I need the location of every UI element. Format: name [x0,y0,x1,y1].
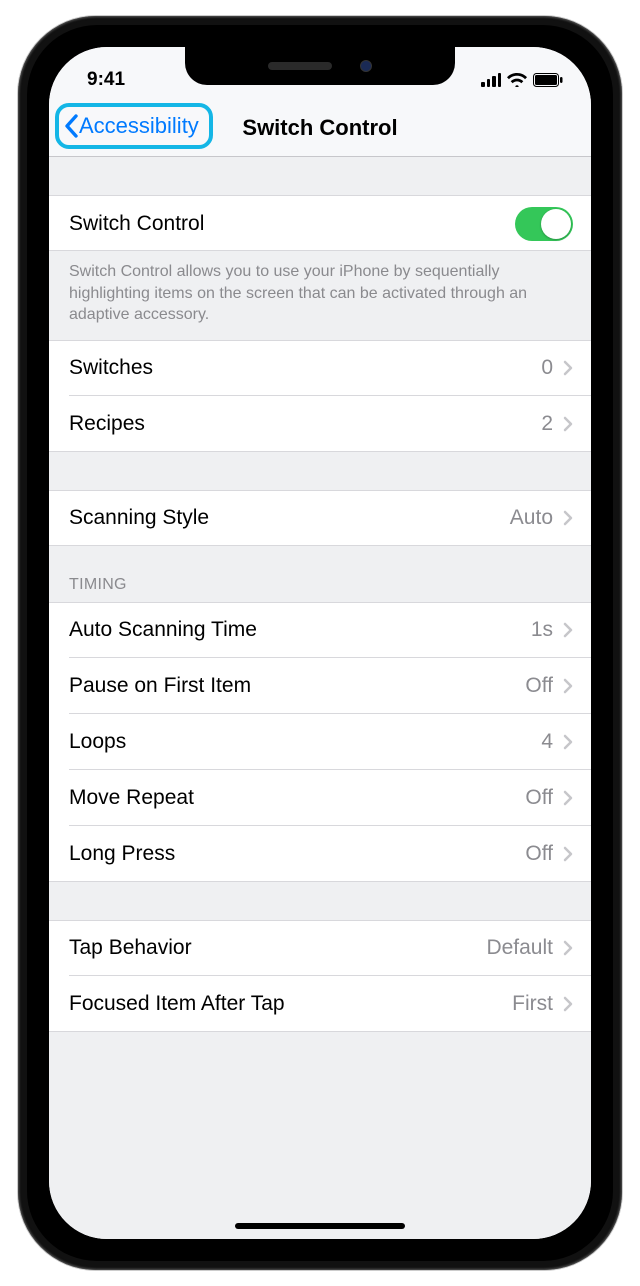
cell-value: 4 [541,730,553,754]
cell-label: Auto Scanning Time [69,618,531,642]
settings-content[interactable]: Switch Control Switch Control allows you… [49,157,591,1239]
cell-value: Default [486,936,553,960]
cell-value: Auto [510,506,553,530]
cell-label: Tap Behavior [69,936,486,960]
chevron-right-icon [563,940,573,956]
cell-label: Move Repeat [69,786,525,810]
tap-behavior-row[interactable]: Tap Behavior Default [49,920,591,976]
navigation-bar: Switch Control Accessibility [49,99,591,157]
cell-label: Pause on First Item [69,674,525,698]
back-label: Accessibility [79,113,199,139]
chevron-left-icon [63,114,79,138]
chevron-right-icon [563,622,573,638]
cell-label: Switches [69,356,541,380]
chevron-right-icon [563,846,573,862]
phone-frame: 9:41 Switch Control [18,16,622,1270]
status-time: 9:41 [87,69,125,91]
back-button[interactable]: Accessibility [55,103,213,149]
focused-item-after-tap-row[interactable]: Focused Item After Tap First [49,976,591,1032]
cell-label: Loops [69,730,541,754]
cellular-icon [481,73,501,87]
switches-row[interactable]: Switches 0 [49,340,591,396]
cell-label: Focused Item After Tap [69,992,512,1016]
recipes-row[interactable]: Recipes 2 [49,396,591,452]
switch-control-description: Switch Control allows you to use your iP… [49,251,591,340]
cell-value: Off [525,786,553,810]
cell-value: Off [525,842,553,866]
notch [185,47,455,85]
cell-label: Long Press [69,842,525,866]
chevron-right-icon [563,416,573,432]
cell-value: 1s [531,618,553,642]
cell-label: Recipes [69,412,541,436]
screen: 9:41 Switch Control [49,47,591,1239]
loops-row[interactable]: Loops 4 [49,714,591,770]
cell-value: 2 [541,412,553,436]
battery-icon [533,73,563,87]
cell-value: First [512,992,553,1016]
switch-control-toggle[interactable] [515,207,573,241]
home-indicator[interactable] [235,1223,405,1229]
chevron-right-icon [563,510,573,526]
auto-scanning-time-row[interactable]: Auto Scanning Time 1s [49,602,591,658]
long-press-row[interactable]: Long Press Off [49,826,591,882]
chevron-right-icon [563,678,573,694]
chevron-right-icon [563,790,573,806]
cell-label: Switch Control [69,212,515,236]
cell-value: 0 [541,356,553,380]
chevron-right-icon [563,734,573,750]
front-camera [360,60,372,72]
pause-first-item-row[interactable]: Pause on First Item Off [49,658,591,714]
wifi-icon [507,73,527,87]
move-repeat-row[interactable]: Move Repeat Off [49,770,591,826]
chevron-right-icon [563,360,573,376]
cell-label: Scanning Style [69,506,510,530]
switch-control-toggle-row[interactable]: Switch Control [49,195,591,251]
speaker-grille [268,62,332,70]
scanning-style-row[interactable]: Scanning Style Auto [49,490,591,546]
timing-header: TIMING [49,546,591,602]
cell-value: Off [525,674,553,698]
chevron-right-icon [563,996,573,1012]
